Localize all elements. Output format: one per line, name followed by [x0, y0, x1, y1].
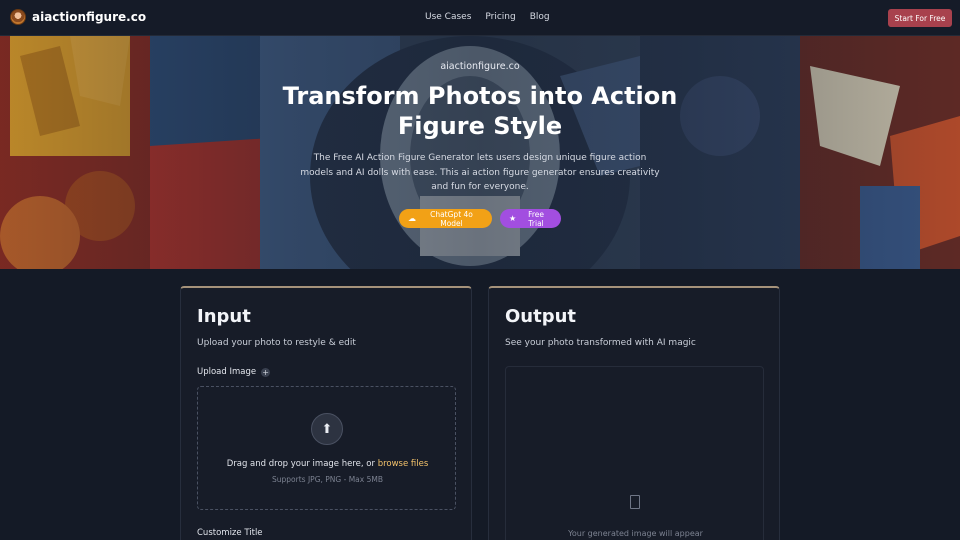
openai-icon: ☁ [408, 214, 416, 223]
hero-content: aiactionfigure.co Transform Photos into … [0, 36, 960, 269]
browse-files-link[interactable]: browse files [378, 459, 429, 469]
brand[interactable]: aiactionfigure.co [10, 9, 146, 25]
chatgpt-model-label: ChatGpt 4o Model [430, 209, 473, 228]
input-panel: Input Upload your photo to restyle & edi… [180, 286, 472, 540]
input-panel-subtitle: Upload your photo to restyle & edit [197, 338, 356, 348]
hero-badges: ☁ ChatGpt 4o Model ★ Free Trial [0, 209, 960, 228]
nav-use-cases[interactable]: Use Cases [425, 12, 471, 22]
hero-description: The Free AI Action Figure Generator lets… [300, 153, 660, 192]
logo-icon [10, 9, 26, 25]
output-preview-area: Your generated image will appear [505, 366, 764, 540]
input-panel-title: Input [197, 306, 251, 327]
hero-title: Transform Photos into Action Figure Styl… [282, 82, 678, 140]
output-panel: Output See your photo transformed with A… [488, 286, 780, 540]
image-dropzone[interactable]: ⬆ Drag and drop your image here, or brow… [197, 386, 456, 510]
drop-instructions: Drag and drop your image here, or browse… [198, 459, 457, 469]
customize-title-label: Customize Title [197, 528, 263, 538]
output-panel-title: Output [505, 306, 577, 327]
main-nav: Use Cases Pricing Blog [425, 12, 550, 22]
chatgpt-model-badge[interactable]: ☁ ChatGpt 4o Model [399, 209, 492, 228]
upload-arrow-icon: ⬆ [311, 413, 343, 445]
start-for-free-button[interactable]: Start For Free [888, 9, 952, 27]
file-type-hint: Supports JPG, PNG - Max 5MB [272, 475, 383, 484]
image-placeholder-icon [630, 495, 640, 509]
brand-name: aiactionfigure.co [32, 10, 147, 24]
add-icon[interactable]: + [261, 367, 271, 377]
top-navbar: aiactionfigure.co Use Cases Pricing Blog… [0, 0, 960, 36]
upload-image-label: Upload Image [197, 367, 257, 377]
upload-label-row: Upload Image + [197, 367, 271, 377]
hero-eyebrow: aiactionfigure.co [440, 61, 520, 72]
hero-banner: aiactionfigure.co Transform Photos into … [0, 36, 960, 269]
drop-text: Drag and drop your image here, or [226, 459, 375, 469]
output-placeholder-text: Your generated image will appear [568, 529, 703, 538]
free-trial-label: Free Trial [528, 209, 545, 228]
nav-blog[interactable]: Blog [530, 12, 550, 22]
free-trial-badge[interactable]: ★ Free Trial [500, 209, 561, 228]
star-icon: ★ [509, 214, 517, 223]
nav-pricing[interactable]: Pricing [485, 12, 515, 22]
output-panel-subtitle: See your photo transformed with AI magic [505, 338, 696, 348]
